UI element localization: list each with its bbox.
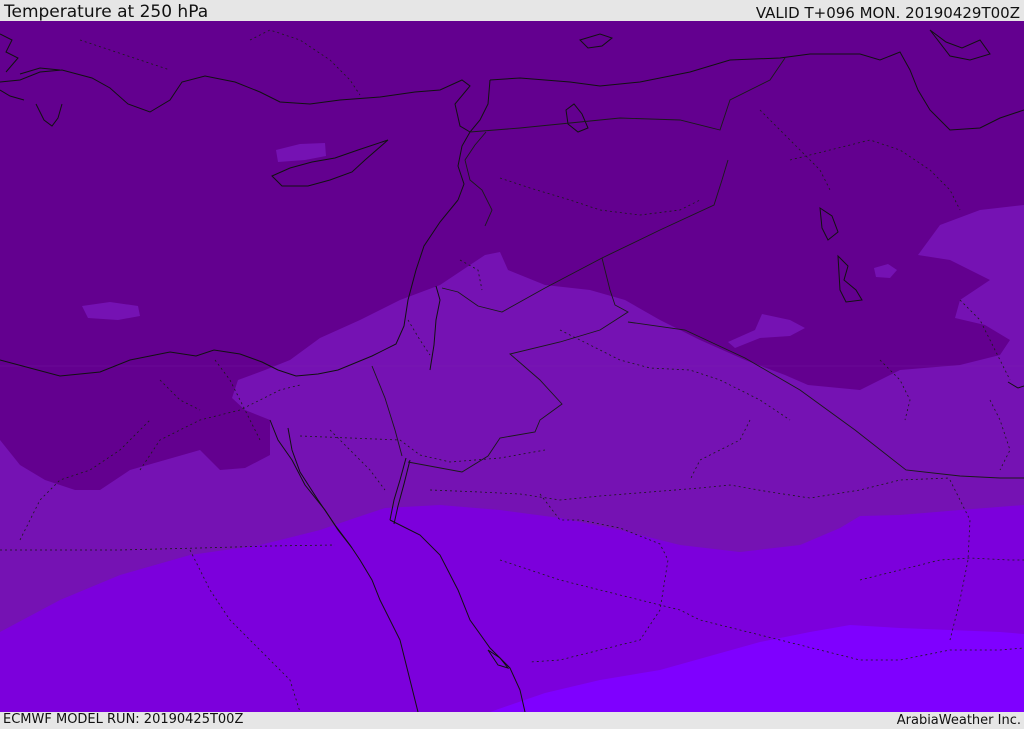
map-header: Temperature at 250 hPa VALID T+096 MON. … — [0, 0, 1024, 21]
credit-label: ArabiaWeather Inc. — [896, 713, 1021, 728]
map-title: Temperature at 250 hPa — [4, 2, 209, 22]
temperature-map — [0, 21, 1024, 712]
valid-time: VALID T+096 MON. 20190429T00Z — [755, 4, 1020, 22]
map-viewer: Temperature at 250 hPa VALID T+096 MON. … — [0, 0, 1024, 729]
map-footer: ECMWF MODEL RUN: 20190425T00Z ArabiaWeat… — [0, 712, 1024, 729]
model-run-label: ECMWF MODEL RUN: 20190425T00Z — [3, 712, 244, 727]
